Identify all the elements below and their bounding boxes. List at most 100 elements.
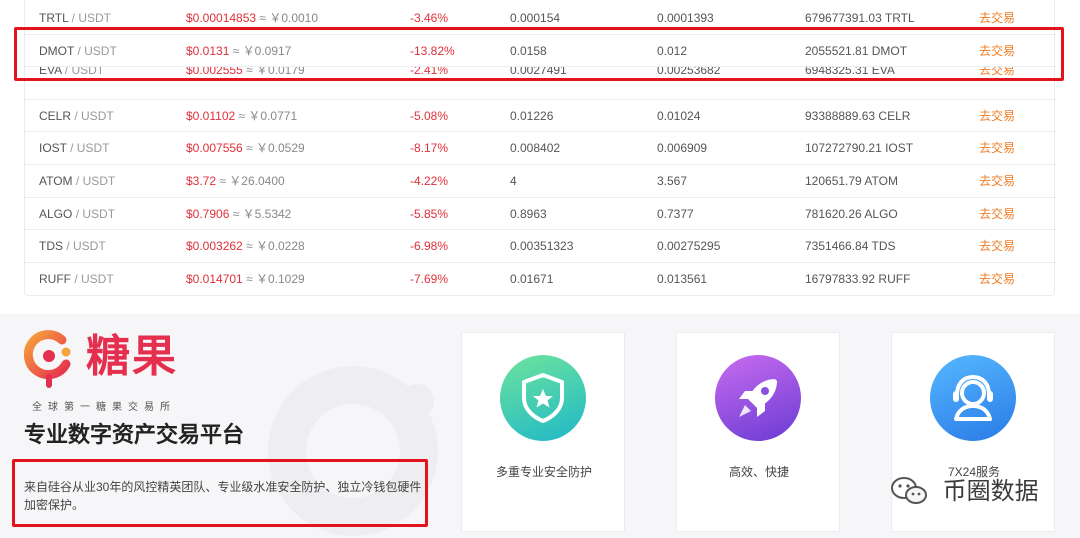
trading-pair: RUFF / USDT (39, 263, 114, 296)
price-cny: ≈ ￥0.0010 (259, 11, 319, 25)
volume-24h: 107272790.21 IOST (805, 141, 914, 156)
last-price: $0.0131 ≈ ￥0.0917 (186, 35, 291, 68)
high-price: 0.0027491 (510, 67, 567, 78)
market-row-ruff: RUFF / USDT $0.014701 ≈ ￥0.1029 -7.69% 0.01… (25, 263, 1056, 296)
pair-quote: / USDT (68, 11, 112, 25)
trading-pair: TDS / USDT (39, 230, 106, 263)
price-cny: ≈ ￥0.0771 (238, 108, 298, 123)
pair-quote: / USDT (71, 108, 114, 123)
candy-logo-icon (24, 330, 71, 388)
last-price: $0.00014853 ≈ ￥0.0010 (186, 2, 318, 35)
pair-base: DMOT (39, 43, 75, 58)
high-price: 4 (510, 174, 517, 188)
price-cny: ≈ ￥0.0529 (246, 141, 305, 156)
low-price: 0.01024 (657, 108, 701, 123)
high-price: 0.000154 (510, 11, 561, 25)
trade-link[interactable]: 去交易 (979, 132, 1015, 165)
market-table: TRTL / USDT $0.00014853 ≈ ￥0.0010 -3.46% 0.… (24, 0, 1056, 296)
price-cny: ≈ ￥26.0400 (219, 174, 285, 188)
volume-24h: 781620.26 ALGO (805, 206, 898, 221)
pair-base: EVA (39, 67, 62, 78)
watermark-text: 币圈数据 (942, 476, 1039, 505)
change-percent: -5.08% (410, 108, 449, 123)
last-price: $3.72 ≈ ￥26.0400 (186, 165, 285, 198)
volume-24h: 6948325.31 EVA (805, 67, 895, 78)
low-price: 0.00253682 (657, 67, 721, 78)
feature-label: 高效、快捷 (728, 465, 789, 479)
price-usd: $0.00014853 (186, 11, 260, 25)
platform-description: 来自硅谷从业30年的风控精英团队、专业级水准安全防护、独立冷钱包硬件加密保护。 (24, 480, 422, 512)
volume-24h: 2055521.81 DMOT (805, 43, 908, 58)
wechat-icon (891, 476, 927, 504)
platform-title: 专业数字资产交易平台 (24, 422, 245, 447)
trade-link[interactable]: 去交易 (979, 67, 1015, 87)
pair-base: CELR (39, 108, 72, 123)
trade-link[interactable]: 去交易 (979, 230, 1015, 263)
feature-card-speed: 高效、快捷 (676, 332, 840, 532)
trade-link[interactable]: 去交易 (979, 165, 1015, 198)
shield-star-icon (500, 355, 586, 441)
market-row-atom: ATOM / USDT $3.72 ≈ ￥26.0400 -4.22% 4 3.567 1… (25, 165, 1056, 198)
headset-agent-icon (930, 355, 1016, 441)
low-price: 0.0001393 (657, 11, 714, 25)
change-percent: -4.22% (410, 174, 449, 188)
trade-link[interactable]: 去交易 (979, 198, 1015, 231)
price-usd: $0.7906 (186, 206, 233, 221)
trade-link[interactable]: 去交易 (979, 263, 1015, 296)
trading-pair: DMOT / USDT (39, 35, 117, 68)
low-price: 0.7377 (657, 206, 694, 221)
market-row-algo: ALGO / USDT $0.7906 ≈ ￥5.5342 -5.85% 0.8963… (25, 198, 1056, 231)
market-row-dmot: DMOT / USDT $0.0131 ≈ ￥0.0917 -13.82% 0.015… (25, 35, 1056, 68)
rocket-icon (715, 355, 801, 441)
trade-link[interactable]: 去交易 (979, 35, 1015, 68)
pair-base: TRTL (39, 11, 69, 25)
market-row-tds: TDS / USDT $0.003262 ≈ ￥0.0228 -6.98% 0.003… (25, 230, 1056, 263)
price-cny: ≈ ￥0.0917 (232, 43, 292, 58)
trading-pair: ALGO / USDT (39, 198, 115, 231)
change-percent: -2.41% (410, 67, 449, 78)
price-usd: $0.014701 (186, 271, 247, 286)
last-price: $0.007556 ≈ ￥0.0529 (186, 132, 305, 165)
low-price: 0.006909 (657, 141, 708, 156)
market-row-celr: CELR / USDT $0.01102 ≈ ￥0.0771 -5.08% 0.012… (25, 100, 1056, 133)
change-percent: -8.17% (410, 141, 449, 156)
pair-base: TDS (39, 239, 63, 254)
pair-quote: / USDT (63, 239, 106, 254)
trading-pair: CELR / USDT (39, 100, 114, 133)
trading-pair: TRTL / USDT (39, 2, 111, 35)
price-usd: $0.002555 (186, 67, 247, 78)
pair-base: ALGO (39, 206, 73, 221)
price-usd: $0.01102 (186, 108, 239, 123)
pair-quote: / USDT (72, 206, 116, 221)
volume-24h: 120651.79 ATOM (805, 174, 898, 188)
feature-card-security: 多重专业安全防护 (461, 332, 625, 532)
volume-24h: 7351466.84 TDS (805, 239, 896, 254)
low-price: 0.00275295 (657, 239, 721, 254)
price-usd: $0.0131 (186, 43, 233, 58)
change-percent: -7.69% (410, 271, 449, 286)
price-cny: ≈ ￥0.0228 (246, 239, 305, 254)
high-price: 0.00351323 (510, 239, 574, 254)
feature-label: 多重专业安全防护 (495, 465, 592, 479)
high-price: 0.0158 (510, 43, 547, 58)
change-percent: -3.46% (410, 11, 449, 25)
promo-section: 糖果 全球第一糖果交易所 专业数字资产交易平台 来自硅谷从业30年的风控精英团队… (0, 314, 1080, 538)
price-cny: ≈ ￥0.0179 (246, 67, 305, 78)
last-price: $0.7906 ≈ ￥5.5342 (186, 198, 291, 231)
brand-name: 糖果 (86, 331, 178, 382)
trade-link[interactable]: 去交易 (979, 2, 1015, 35)
pair-quote: / USDT (71, 271, 114, 286)
low-price: 0.013561 (657, 271, 708, 286)
pair-base: ATOM (39, 174, 73, 188)
volume-24h: 93388889.63 CELR (805, 108, 911, 123)
price-usd: $0.007556 (186, 141, 247, 156)
low-price: 0.012 (657, 43, 688, 58)
high-price: 0.01671 (510, 271, 554, 286)
price-usd: $3.72 (186, 174, 220, 188)
high-price: 0.8963 (510, 206, 547, 221)
change-percent: -5.85% (410, 206, 449, 221)
pair-base: RUFF (39, 271, 71, 286)
market-row-iost: IOST / USDT $0.007556 ≈ ￥0.0529 -8.17% 0.00… (25, 132, 1056, 165)
last-price: $0.01102 ≈ ￥0.0771 (186, 100, 297, 133)
trade-link[interactable]: 去交易 (979, 100, 1015, 133)
